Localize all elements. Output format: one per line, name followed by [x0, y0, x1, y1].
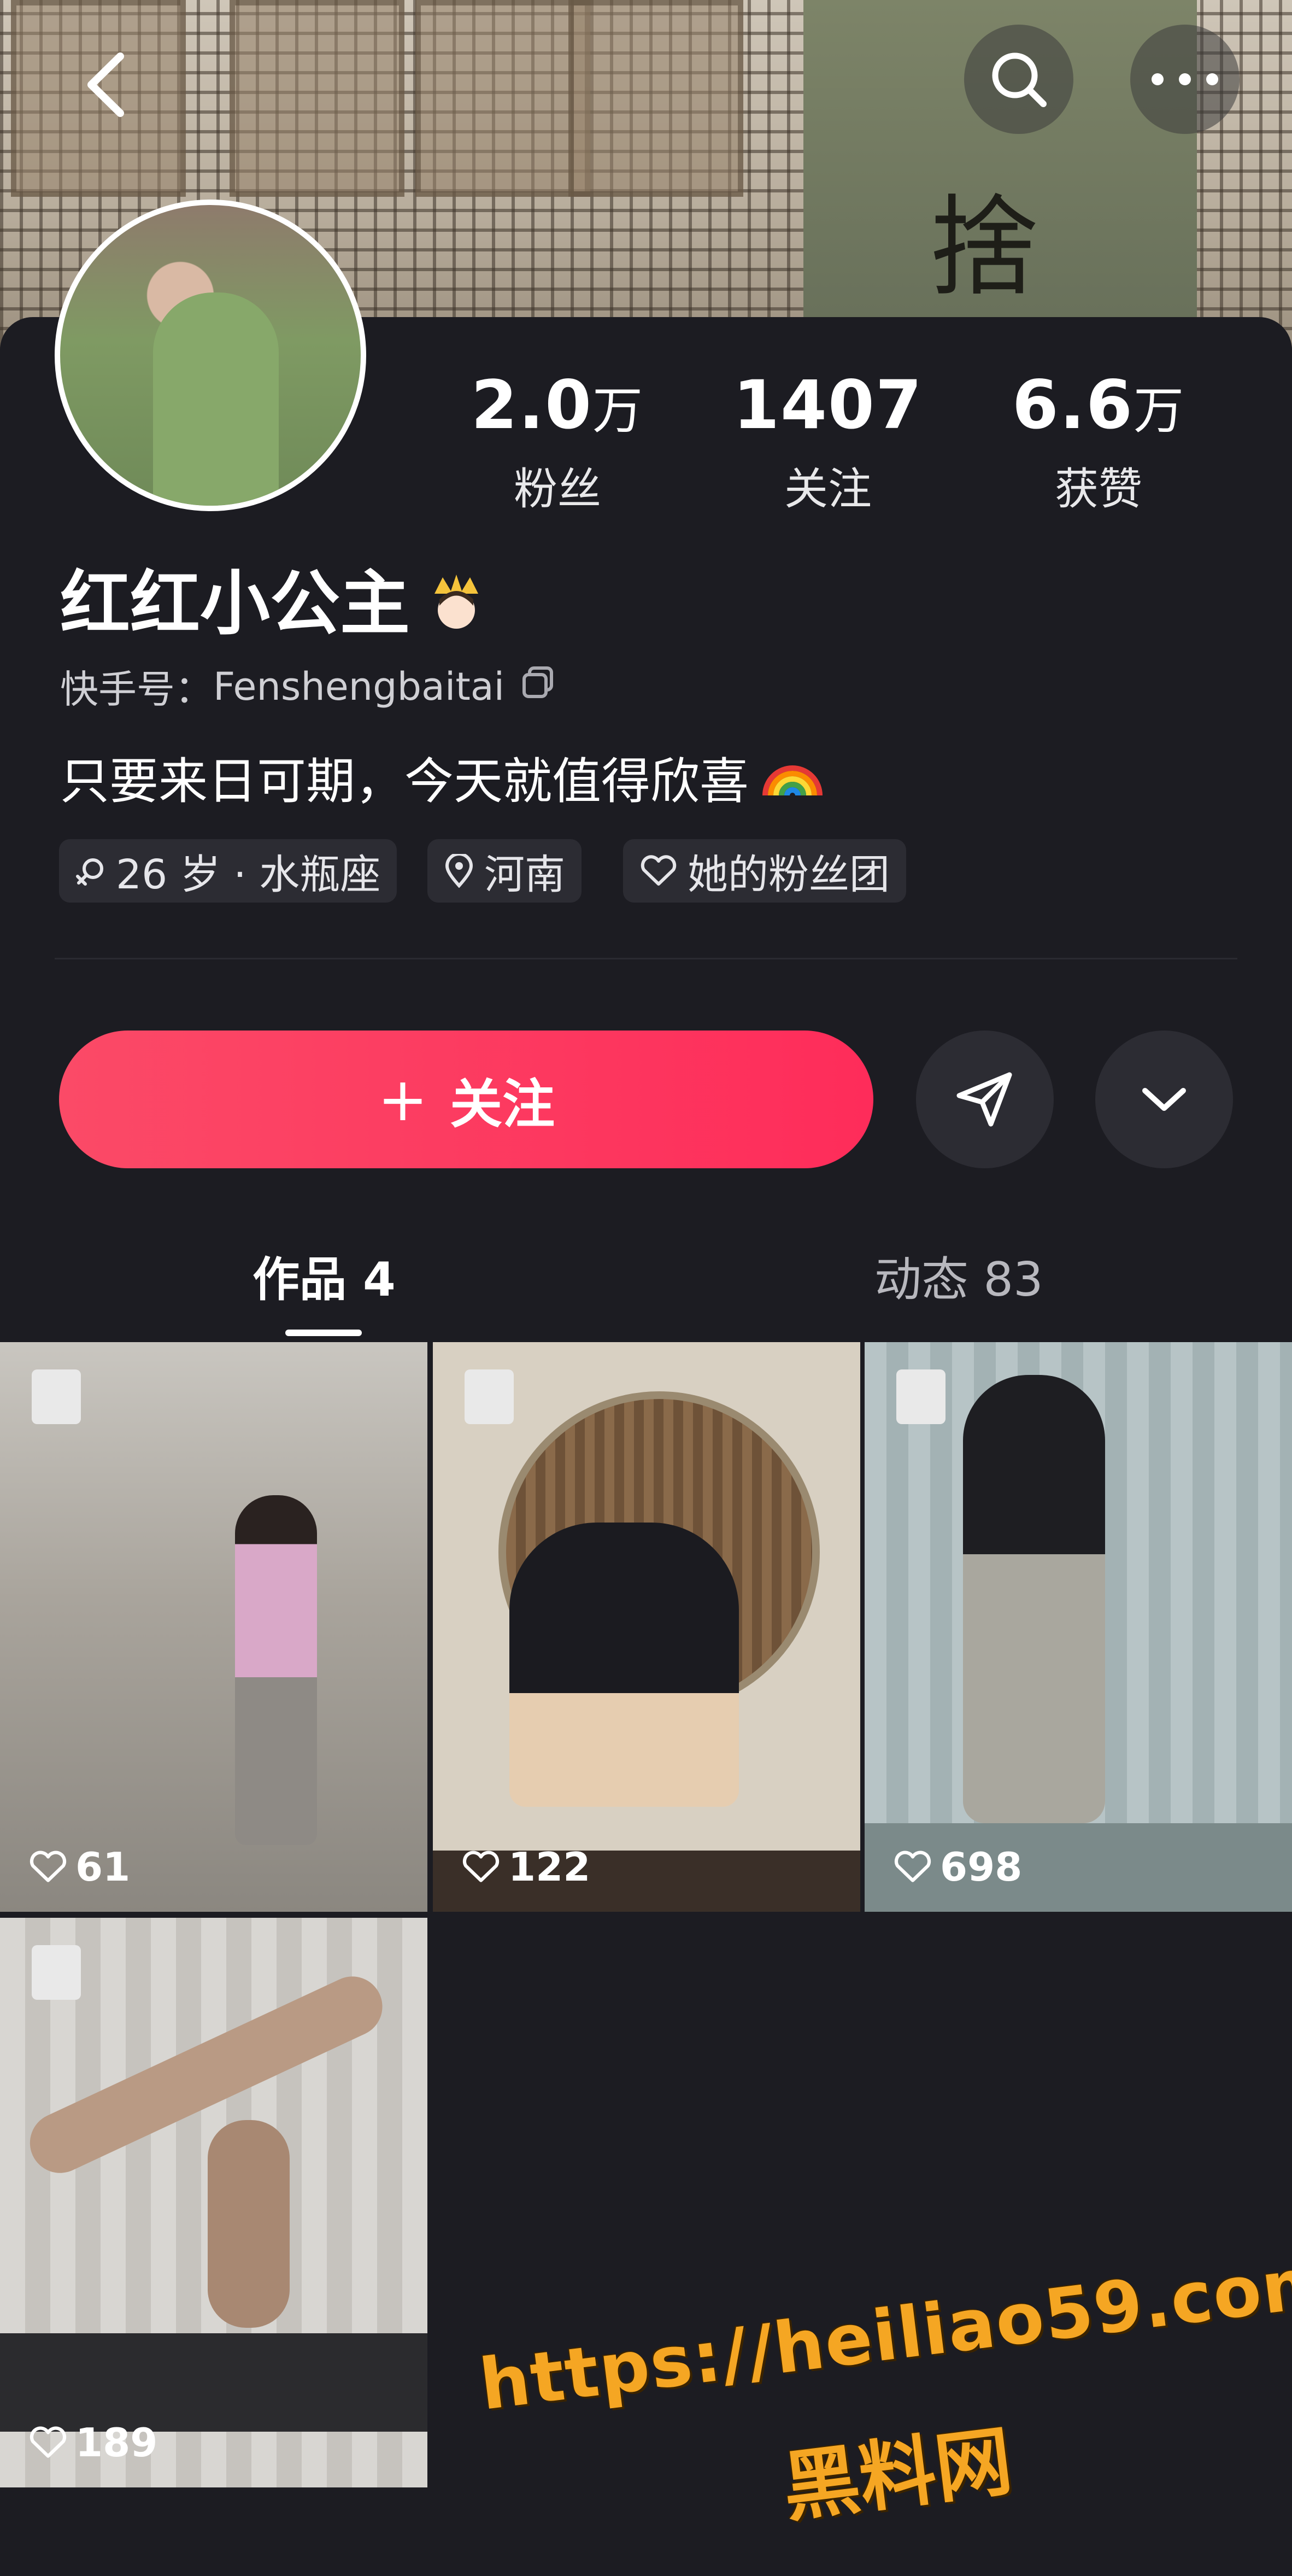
location-icon: [445, 854, 473, 888]
more-icon: [1152, 73, 1218, 85]
banner-panel: [415, 0, 590, 197]
heart-outline-icon: [894, 1851, 931, 1882]
post-tile[interactable]: 61: [0, 1342, 427, 1912]
post-equipment: [0, 2333, 427, 2432]
search-icon: [992, 52, 1047, 107]
tag-age[interactable]: 26 岁 · 水瓶座: [59, 839, 397, 903]
profile-name-text: 红红小公主: [60, 563, 410, 645]
post-figure: [235, 1495, 317, 1845]
stat-following-label: 关注: [784, 464, 872, 514]
post-likes: 61: [28, 1844, 130, 1890]
back-arrow-icon: [87, 52, 124, 117]
post-tile[interactable]: 189: [0, 1918, 427, 2487]
stat-following-value: 1407: [719, 366, 937, 444]
chevron-down-icon: [1142, 1088, 1186, 1111]
post-likes-count: 698: [940, 1844, 1023, 1890]
post-figure: [509, 1523, 739, 1807]
tab-works[interactable]: 作品 4: [252, 1241, 396, 1309]
more-actions-button[interactable]: [1095, 1031, 1233, 1168]
back-button[interactable]: [66, 44, 148, 126]
avatar-figure: [153, 292, 279, 506]
tag-location[interactable]: 河南: [427, 839, 582, 903]
profile-name: 红红小公主: [60, 547, 486, 648]
stat-fans-value: 2.0万: [448, 366, 667, 444]
heart-outline-icon: [462, 1851, 500, 1882]
follow-button-label: 关注: [450, 1073, 555, 1135]
tab-active-indicator: [285, 1330, 362, 1336]
avatar[interactable]: [55, 200, 366, 511]
stat-fans-number: 2.0: [471, 366, 593, 444]
post-likes-count: 61: [75, 1844, 131, 1890]
send-icon: [956, 1072, 1012, 1127]
send-message-button[interactable]: [916, 1031, 1054, 1168]
post-likes: 698: [893, 1844, 1022, 1890]
image-icon: [465, 1369, 514, 1424]
follow-button[interactable]: + 关注: [59, 1031, 873, 1168]
heart-outline-icon: [30, 1851, 67, 1882]
banner-sign-text: 捨: [929, 184, 1039, 312]
stat-fans[interactable]: 2.0万 粉丝: [448, 366, 667, 517]
divider: [55, 958, 1237, 959]
tag-fan-group[interactable]: 她的粉丝团: [623, 839, 906, 903]
image-icon: [32, 1945, 81, 2000]
rainbow-icon: [760, 741, 825, 813]
heart-outline-icon: [641, 855, 677, 886]
stat-likes-unit: 万: [1134, 382, 1185, 440]
heart-outline-icon: [30, 2426, 67, 2458]
user-id-label: 快手号：: [60, 667, 213, 712]
banner-panel: [568, 0, 743, 197]
stat-likes-number: 6.6: [1012, 366, 1134, 444]
tag-age-text: 26 岁 · 水瓶座: [116, 851, 381, 898]
stat-following-number: 1407: [733, 366, 923, 444]
tag-fan-group-text: 她的粉丝团: [688, 851, 890, 898]
image-icon: [896, 1369, 945, 1424]
stat-likes-value: 6.6万: [989, 366, 1208, 444]
post-figure: [963, 1375, 1105, 1823]
user-id-line: 快手号： Fenshengbaitai: [60, 659, 556, 714]
stat-likes[interactable]: 6.6万 获赞: [989, 366, 1208, 517]
profile-bio-text: 只要来日可期，今天就值得欣喜: [60, 753, 749, 810]
stat-fans-label: 粉丝: [514, 464, 601, 514]
crown-icon: [426, 567, 486, 629]
stat-fans-unit: 万: [592, 382, 644, 440]
profile-bio: 只要来日可期，今天就值得欣喜: [60, 741, 825, 813]
user-id-value[interactable]: Fenshengbaitai: [213, 664, 504, 709]
search-button[interactable]: [964, 25, 1073, 134]
banner-panel: [230, 0, 404, 197]
copy-icon[interactable]: [521, 664, 556, 709]
tag-location-text: 河南: [484, 851, 565, 898]
post-likes: 122: [461, 1844, 590, 1890]
stat-likes-label: 获赞: [1055, 464, 1142, 514]
post-likes-count: 122: [508, 1844, 591, 1890]
tab-moments[interactable]: 动态 83: [874, 1241, 1043, 1309]
post-figure-body: [208, 2120, 290, 2328]
post-likes: 189: [28, 2420, 157, 2466]
post-tile[interactable]: 698: [865, 1342, 1292, 1912]
plus-icon: +: [377, 1064, 428, 1134]
post-likes-count: 189: [75, 2420, 158, 2466]
image-icon: [32, 1369, 81, 1424]
more-button[interactable]: [1130, 25, 1240, 134]
post-tile[interactable]: 122: [433, 1342, 860, 1912]
stat-following[interactable]: 1407 关注: [719, 366, 937, 517]
gender-icon: [76, 858, 103, 886]
